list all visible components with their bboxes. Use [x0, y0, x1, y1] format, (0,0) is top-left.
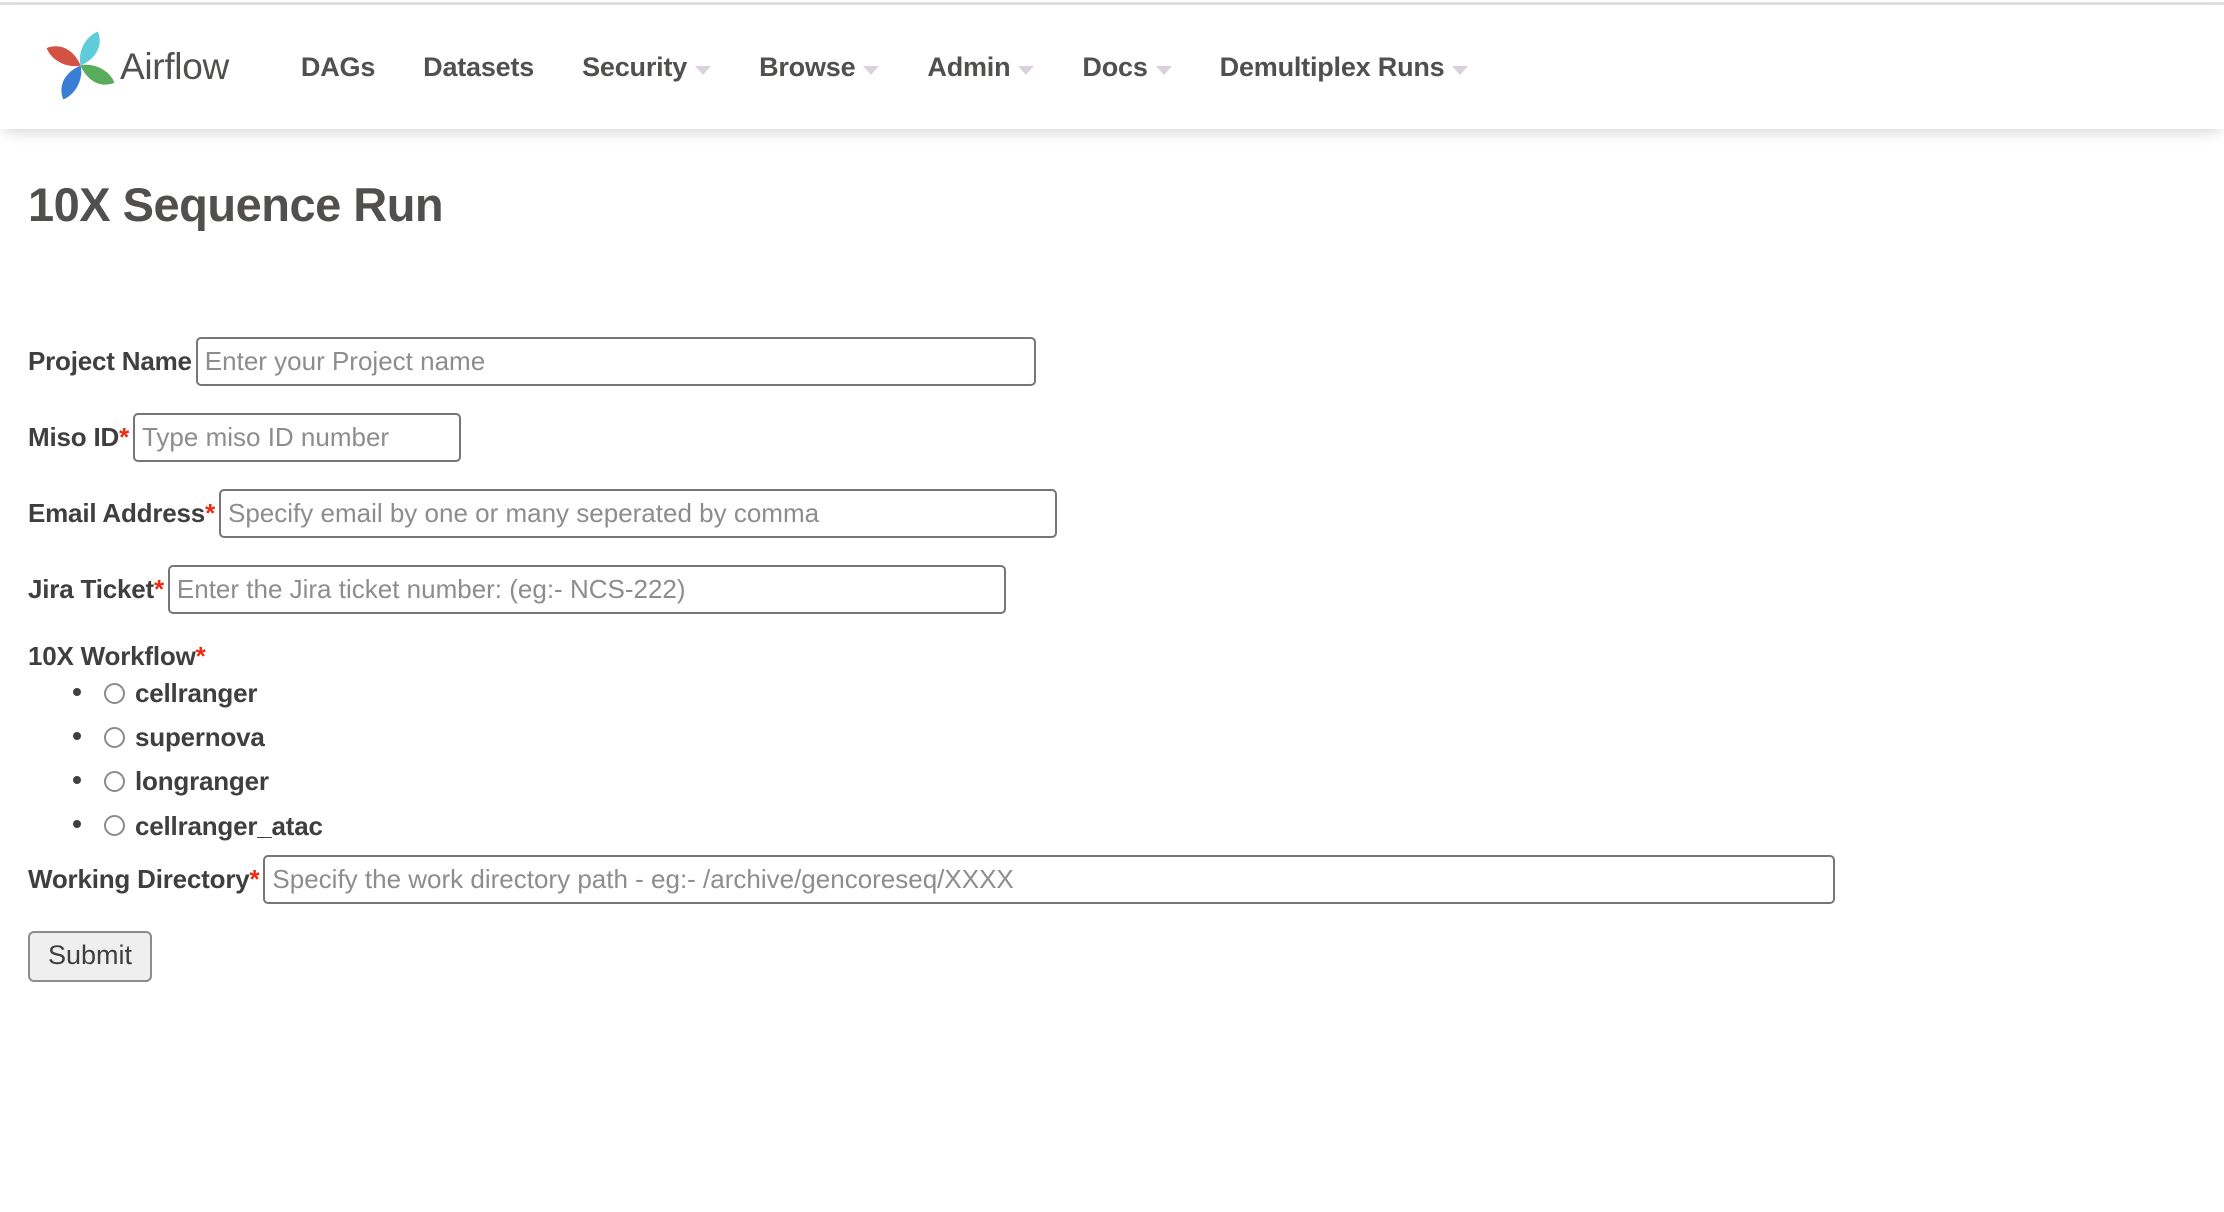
required-asterisk: * — [153, 574, 164, 604]
project-name-label-text: Project Name — [28, 346, 192, 376]
jira-ticket-label: Jira Ticket* — [28, 574, 164, 605]
workflow-radio-supernova[interactable] — [104, 726, 125, 748]
airflow-pinwheel-icon — [40, 28, 118, 106]
nav-item-security[interactable]: Security — [582, 51, 712, 83]
field-row-project-name: Project Name — [28, 337, 2224, 386]
workflow-group-label: 10X Workflow* — [28, 641, 2224, 672]
required-asterisk: * — [205, 498, 215, 528]
nav-item-label: Admin — [927, 51, 1011, 82]
airflow-brand-text: Airflow — [120, 46, 229, 87]
jira-ticket-input[interactable] — [167, 565, 1006, 614]
chevron-down-icon — [863, 65, 880, 75]
email-address-label: Email Address* — [28, 498, 215, 529]
chevron-down-icon — [695, 65, 712, 75]
submit-button[interactable]: Submit — [28, 930, 153, 982]
nav-item-label: Docs — [1082, 51, 1148, 82]
working-directory-label-text: Working Directory — [28, 863, 250, 894]
chevron-down-icon — [1452, 65, 1469, 75]
workflow-radio-cellranger-atac[interactable] — [104, 815, 125, 836]
nav-item-demultiplex-runs[interactable]: Demultiplex Runs — [1220, 52, 1469, 83]
nav-item-label: DAGs — [300, 51, 376, 82]
workflow-radio-longranger[interactable] — [104, 770, 125, 792]
working-directory-input[interactable] — [263, 854, 1836, 904]
workflow-radio-label[interactable]: supernova — [135, 724, 265, 750]
nav-item-label: Datasets — [423, 51, 535, 82]
workflow-radio-cellranger[interactable] — [104, 682, 125, 704]
list-item: supernova — [96, 722, 2224, 750]
required-asterisk: * — [249, 863, 260, 894]
workflow-radio-label[interactable]: cellranger_atac — [135, 813, 323, 839]
main-navbar: Airflow DAGs Datasets Security Browse Ad… — [0, 5, 2224, 129]
list-item: cellranger_atac — [96, 810, 2224, 839]
email-address-input[interactable] — [219, 489, 1057, 538]
chevron-down-icon — [1018, 65, 1035, 75]
navbar-menu: DAGs Datasets Security Browse Admin Docs… — [301, 52, 1469, 83]
miso-id-label: Miso ID* — [28, 422, 129, 453]
field-row-jira-ticket: Jira Ticket* — [28, 565, 2224, 614]
miso-id-label-text: Miso ID — [28, 422, 120, 452]
page-content: 10X Sequence Run Project Name Miso ID* E… — [0, 129, 2224, 982]
field-row-miso-id: Miso ID* — [28, 413, 2224, 462]
list-item: longranger — [96, 766, 2224, 794]
sequence-run-form: Project Name Miso ID* Email Address* Jir… — [0, 232, 2224, 982]
project-name-input[interactable] — [195, 337, 1036, 386]
field-row-working-directory: Working Directory* — [28, 854, 2224, 904]
project-name-label: Project Name — [28, 346, 192, 377]
submit-row: Submit — [28, 930, 2224, 982]
workflow-option-cellranger-atac[interactable]: cellranger_atac — [96, 813, 323, 839]
nav-item-label: Security — [582, 51, 688, 82]
workflow-radio-label[interactable]: longranger — [135, 768, 269, 794]
jira-ticket-label-text: Jira Ticket — [28, 574, 154, 604]
required-asterisk: * — [195, 641, 206, 671]
nav-item-label: Browse — [759, 51, 856, 82]
nav-item-datasets[interactable]: Datasets — [423, 52, 534, 83]
list-item: cellranger — [96, 678, 2224, 706]
workflow-option-cellranger[interactable]: cellranger — [96, 680, 257, 706]
workflow-group-label-text: 10X Workflow — [28, 641, 196, 671]
workflow-radio-list: cellranger supernova longranger cellra — [28, 678, 2224, 839]
miso-id-input[interactable] — [132, 413, 461, 462]
nav-item-admin[interactable]: Admin — [927, 51, 1035, 83]
chevron-down-icon — [1155, 65, 1172, 75]
nav-item-dags[interactable]: DAGs — [301, 52, 375, 83]
required-asterisk: * — [119, 422, 129, 452]
nav-item-docs[interactable]: Docs — [1082, 51, 1172, 83]
nav-item-browse[interactable]: Browse — [759, 51, 880, 83]
working-directory-label: Working Directory* — [28, 863, 260, 895]
page-title: 10X Sequence Run — [28, 178, 444, 231]
nav-item-label: Demultiplex Runs — [1219, 51, 1445, 82]
workflow-option-supernova[interactable]: supernova — [96, 724, 265, 750]
workflow-option-longranger[interactable]: longranger — [96, 768, 269, 794]
email-address-label-text: Email Address — [28, 498, 206, 528]
airflow-brand-link[interactable]: Airflow — [40, 28, 229, 106]
field-row-email-address: Email Address* — [28, 489, 2224, 538]
workflow-radio-label[interactable]: cellranger — [135, 680, 257, 706]
